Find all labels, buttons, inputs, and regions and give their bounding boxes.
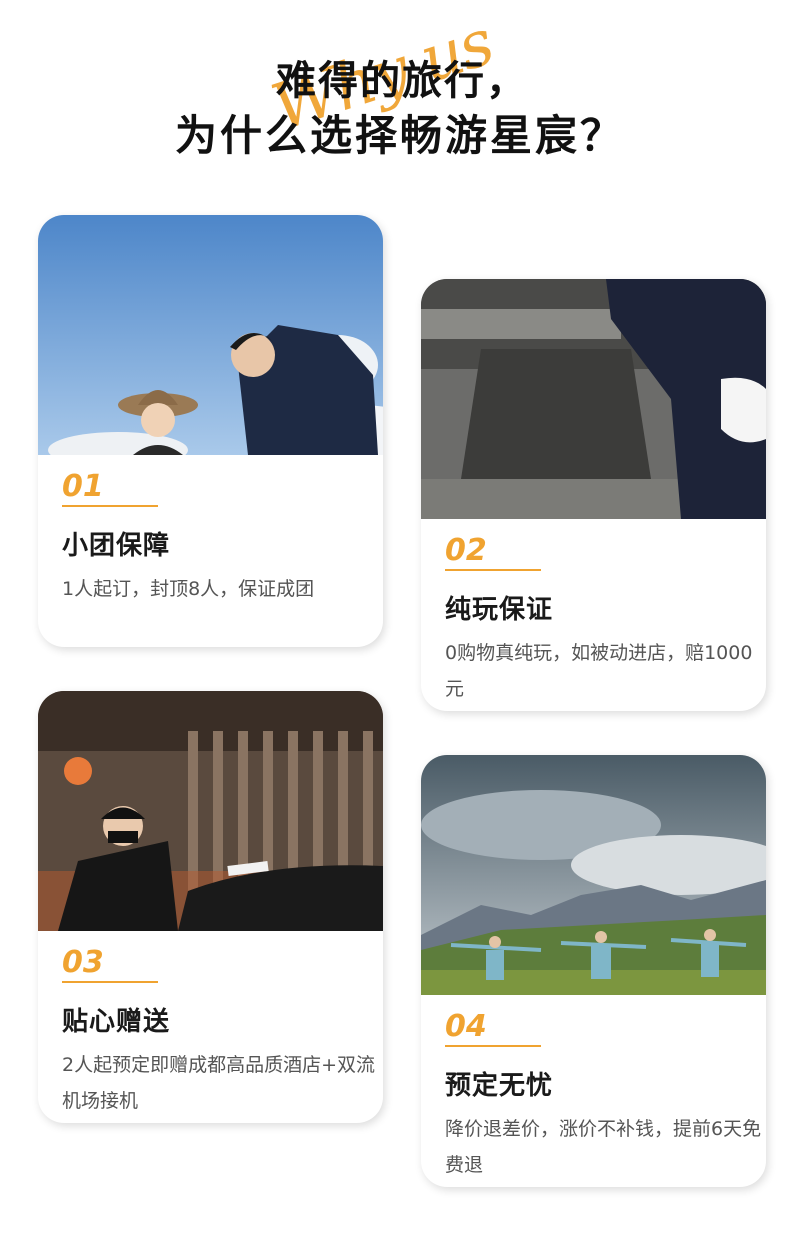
card-description: 1人起订，封顶8人，保证成团: [62, 578, 315, 600]
card-title: 纯玩保证: [445, 595, 554, 625]
feature-card-small-group: 01 小团保障 1人起订，封顶8人，保证成团: [38, 215, 383, 647]
card-title: 小团保障: [62, 531, 171, 561]
card-title: 预定无忧: [445, 1071, 554, 1101]
number-underline: [62, 981, 158, 983]
card-number: 04: [445, 1009, 487, 1044]
chauffeur-car-photo: [38, 691, 383, 931]
header-title-line1: 难得的旅行，: [276, 58, 528, 104]
card-number: 03: [62, 945, 104, 980]
number-underline: [62, 505, 158, 507]
page-header: Why us 难得的旅行， 为什么选择畅游星宸？: [0, 6, 800, 170]
feature-card-free-gift: 03 贴心赠送 2人起预定即赠成都高品质酒店+双流机场接机: [38, 691, 383, 1123]
mountain-travelers-photo: [421, 755, 766, 995]
number-underline: [445, 1045, 541, 1047]
card-description: 降价退差价，涨价不补钱，提前6天免费退: [445, 1118, 762, 1176]
feature-card-pure-tour: 02 纯玩保证 0购物真纯玩，如被动进店，赔1000元: [421, 279, 766, 711]
couple-sky-photo: [38, 215, 383, 455]
number-underline: [445, 569, 541, 571]
card-description: 2人起预定即赠成都高品质酒店+双流机场接机: [62, 1054, 376, 1112]
card-number: 02: [445, 533, 487, 568]
header-title-line2: 为什么选择畅游星宸？: [174, 111, 625, 160]
feature-card-worry-free-booking: 04 预定无忧 降价退差价，涨价不补钱，提前6天免费退: [421, 755, 766, 1187]
card-title: 贴心赠送: [62, 1007, 171, 1037]
suit-gloves-photo: [421, 279, 766, 519]
card-number: 01: [62, 469, 104, 504]
card-description: 0购物真纯玩，如被动进店，赔1000元: [445, 642, 753, 700]
